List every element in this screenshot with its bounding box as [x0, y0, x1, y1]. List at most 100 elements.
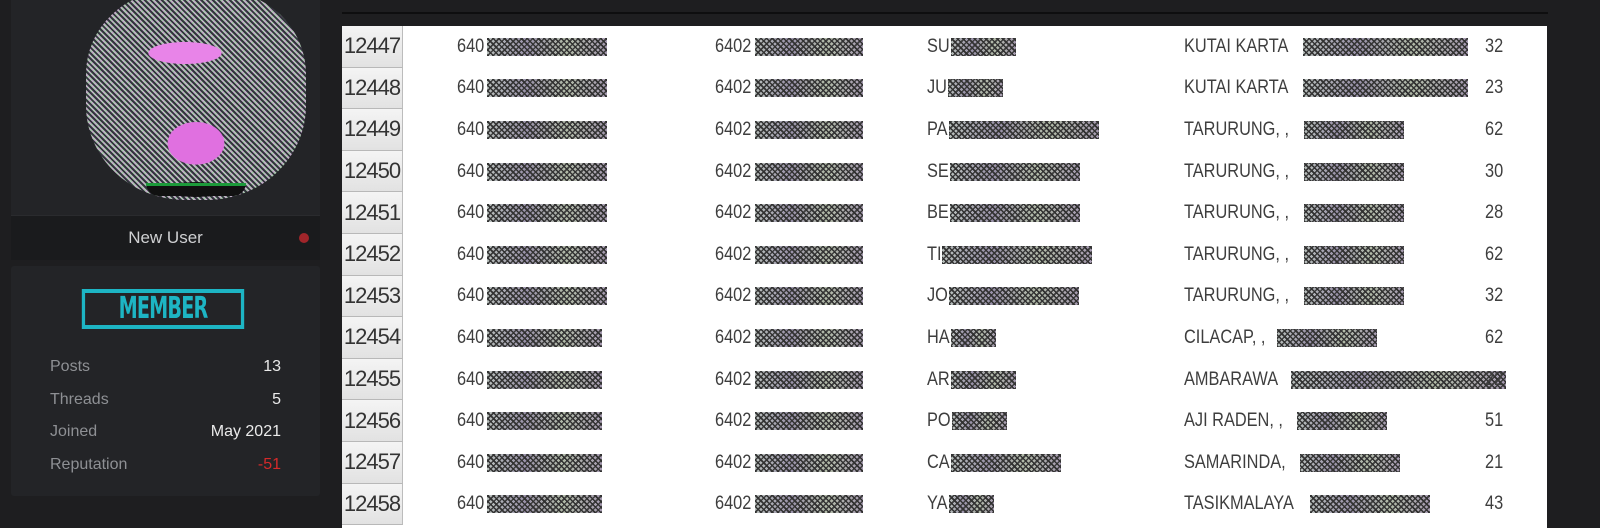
- birthplace-cell: KUTAI KARTA: [1184, 26, 1469, 68]
- redaction-mask: [755, 79, 864, 98]
- nik-prefix: 640: [457, 326, 485, 348]
- redaction-mask: [1276, 328, 1377, 347]
- table-row: 12456 640 6402 PO AJI RADEN, , 51: [342, 400, 1547, 442]
- name-cell: PO: [927, 400, 1008, 442]
- nik-cell: 640: [457, 442, 602, 484]
- kk-cell: 6402: [715, 151, 864, 193]
- name-prefix: BE: [927, 202, 949, 224]
- kk-prefix: 6402: [715, 368, 752, 390]
- avatar[interactable]: [86, 0, 306, 200]
- row-number[interactable]: 12448: [342, 67, 403, 110]
- age-value: 23: [1485, 77, 1504, 99]
- age-cell: 21: [1485, 442, 1506, 484]
- redaction-mask: [486, 370, 602, 389]
- row-number[interactable]: 12457: [342, 441, 403, 484]
- stat-label: Joined: [50, 423, 98, 441]
- row-number[interactable]: 12451: [342, 192, 403, 234]
- birthplace-cell: SAMARINDA,: [1184, 442, 1401, 484]
- kk-prefix: 6402: [715, 243, 752, 265]
- kk-prefix: 6402: [715, 285, 752, 307]
- redaction-mask: [1303, 79, 1469, 98]
- kk-prefix: 6402: [715, 326, 752, 348]
- redaction-mask: [951, 453, 1062, 472]
- kk-prefix: 6402: [715, 160, 752, 182]
- nik-cell: 640: [457, 359, 602, 401]
- row-number[interactable]: 12456: [342, 400, 403, 442]
- row-number[interactable]: 12449: [342, 109, 403, 151]
- user-profile-card: New User MEMBER Posts 13 Threads 5 Joine…: [11, 0, 320, 496]
- row-number[interactable]: 12453: [342, 275, 403, 318]
- kk-cell: 6402: [715, 26, 864, 68]
- nik-prefix: 640: [457, 410, 485, 432]
- table-row: 12453 640 6402 JO TARURUNG, , 32: [342, 275, 1547, 318]
- age-cell: 23: [1485, 68, 1506, 110]
- stat-value: -51: [257, 455, 281, 473]
- kk-cell: 6402: [715, 442, 864, 484]
- redaction-mask: [1291, 370, 1507, 389]
- kk-cell: 6402: [715, 317, 864, 359]
- redaction-mask: [950, 204, 1081, 223]
- birthplace-cell: KUTAI KARTA: [1184, 68, 1469, 110]
- redaction-mask: [486, 453, 602, 472]
- nik-prefix: 640: [457, 35, 485, 57]
- name-prefix: CA: [927, 451, 950, 473]
- row-number[interactable]: 12450: [342, 150, 403, 193]
- nik-prefix: 640: [457, 160, 485, 182]
- nik-prefix: 640: [457, 451, 485, 473]
- name-cell: SE: [927, 151, 1081, 193]
- birthplace-cell: AJI RADEN, ,: [1184, 400, 1388, 442]
- row-number[interactable]: 12447: [342, 26, 403, 68]
- nik-prefix: 640: [457, 285, 485, 307]
- nik-cell: 640: [457, 109, 607, 151]
- birthplace-cell: TARURUNG, ,: [1184, 109, 1405, 151]
- birthplace-prefix: AJI RADEN, ,: [1184, 410, 1283, 432]
- nik-prefix: 640: [457, 493, 485, 515]
- birthplace-prefix: TARURUNG, ,: [1184, 118, 1290, 140]
- kk-prefix: 6402: [715, 77, 752, 99]
- age-value: 32: [1485, 35, 1504, 57]
- age-value: 43: [1485, 493, 1504, 515]
- kk-cell: 6402: [715, 359, 864, 401]
- name-cell: PA: [927, 109, 1099, 151]
- row-number[interactable]: 12452: [342, 233, 403, 276]
- nik-prefix: 640: [457, 202, 485, 224]
- name-prefix: YA: [927, 493, 948, 515]
- redaction-mask: [755, 412, 864, 431]
- row-number[interactable]: 12458: [342, 483, 403, 526]
- kk-prefix: 6402: [715, 410, 752, 432]
- redaction-mask: [755, 328, 864, 347]
- kk-prefix: 6402: [715, 118, 752, 140]
- table-row: 12451 640 6402 BE TARURUNG, , 28: [342, 192, 1547, 234]
- name-cell: JO: [927, 276, 1080, 318]
- redaction-mask: [941, 245, 1092, 264]
- forum-post-page: New User MEMBER Posts 13 Threads 5 Joine…: [0, 0, 1600, 528]
- kk-cell: 6402: [715, 400, 864, 442]
- nik-cell: 640: [457, 151, 607, 193]
- redaction-mask: [755, 287, 864, 306]
- spreadsheet-image[interactable]: 12447 640 6402 SU KUTAI KARTA 32 12448 640 6402 J…: [342, 26, 1547, 528]
- name-prefix: TI: [927, 243, 942, 265]
- stat-joined: Joined May 2021: [50, 416, 281, 449]
- row-number[interactable]: 12455: [342, 358, 403, 401]
- age-cell: 30: [1485, 151, 1506, 193]
- age-cell: 43: [1485, 484, 1506, 526]
- birthplace-cell: TARURUNG, ,: [1184, 192, 1405, 234]
- birthplace-cell: CILACAP, ,: [1184, 317, 1377, 359]
- table-row: 12449 640 6402 PA TARURUNG, , 62: [342, 109, 1547, 151]
- kk-cell: 6402: [715, 68, 864, 110]
- row-number[interactable]: 12454: [342, 317, 403, 359]
- table-row: 12455 640 6402 AR AMBARAWA 22: [342, 358, 1547, 401]
- birthplace-prefix: AMBARAWA: [1184, 368, 1279, 390]
- birthplace-prefix: CILACAP, ,: [1184, 326, 1266, 348]
- stat-label: Posts: [50, 358, 91, 376]
- redaction-mask: [755, 162, 864, 181]
- name-cell: YA: [927, 484, 994, 526]
- name-prefix: HA: [927, 326, 950, 348]
- redaction-mask: [1309, 495, 1430, 514]
- nik-cell: 640: [457, 68, 607, 110]
- username-link[interactable]: New User: [128, 228, 203, 248]
- kk-cell: 6402: [715, 192, 864, 234]
- redaction-mask: [1304, 287, 1405, 306]
- nik-cell: 640: [457, 317, 602, 359]
- kk-prefix: 6402: [715, 35, 752, 57]
